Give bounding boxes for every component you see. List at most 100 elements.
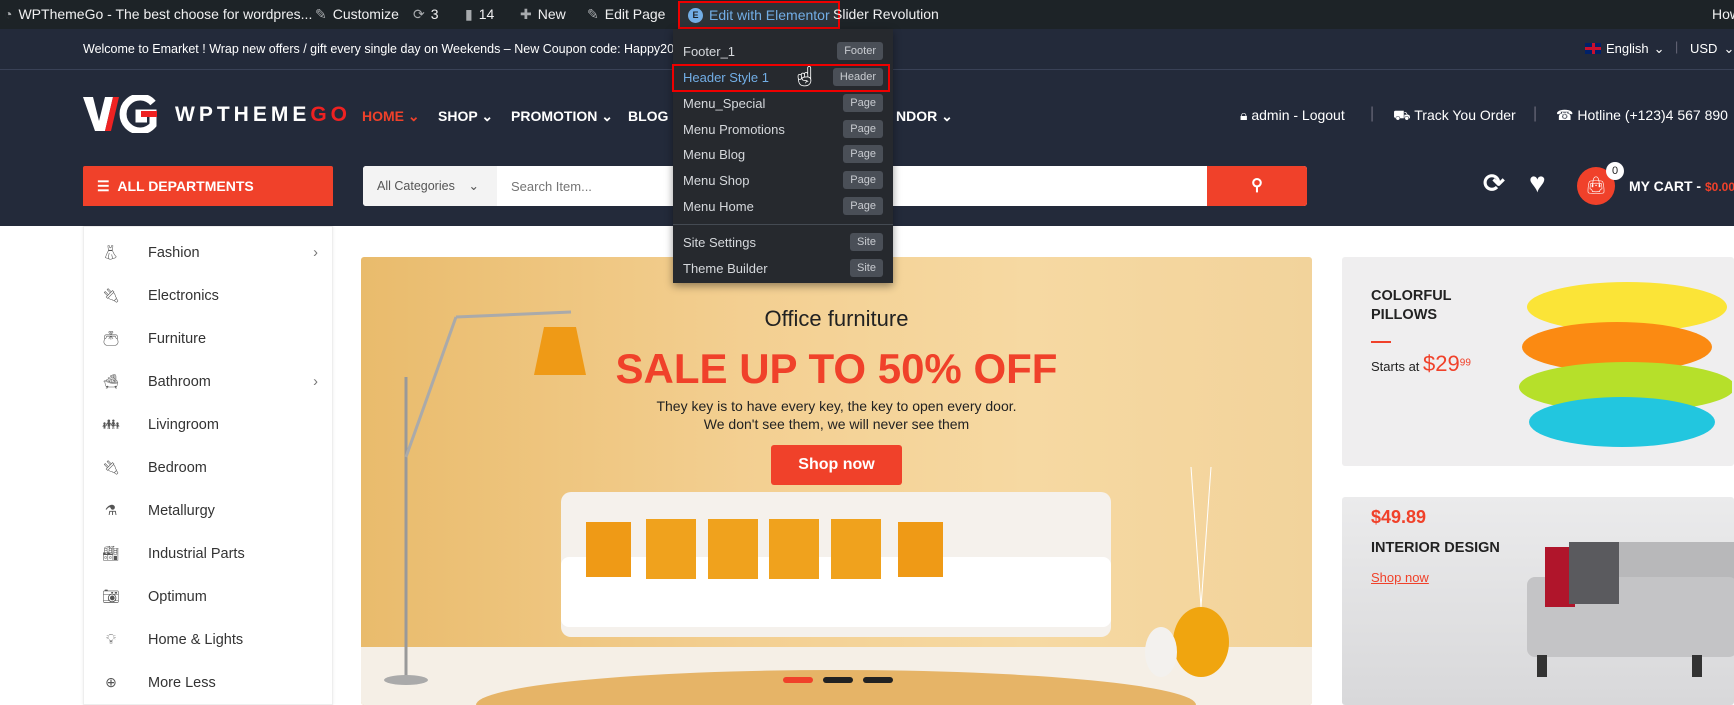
track-order-link[interactable]: ⛟ Track You Order	[1393, 107, 1516, 126]
customize-label: Customize	[332, 6, 399, 22]
department-item[interactable]: 📷︎ Optimum	[84, 575, 332, 618]
department-item[interactable]: ⚗︎ Metallurgy	[84, 489, 332, 532]
phone-icon: ☎	[1556, 107, 1574, 123]
updates-count: 3	[430, 6, 439, 22]
search-button[interactable]: ⚲	[1207, 166, 1307, 206]
logo-text-red: GO	[310, 103, 351, 126]
howdy-account[interactable]: How	[1712, 0, 1734, 29]
department-item[interactable]: 👪︎ Livingroom	[84, 403, 332, 446]
department-icon: 🛁︎	[102, 373, 120, 389]
template-item[interactable]: Header Style 1 Header	[673, 65, 893, 89]
wishlist-heart-icon[interactable]: ♥	[1529, 167, 1546, 199]
card2-shop-now-link[interactable]: Shop now	[1371, 570, 1429, 585]
template-label: Menu Home	[683, 198, 754, 214]
department-item[interactable]: 🛁︎ Bathroom ›	[84, 360, 332, 403]
nav-vendor[interactable]: NDOR ⌄	[896, 108, 953, 125]
shop-now-button[interactable]: Shop now	[771, 445, 902, 485]
my-cart-link[interactable]: MY CART - $0.00	[1629, 178, 1734, 194]
brush-icon: ✎	[315, 6, 327, 22]
cart-total: $0.00	[1704, 180, 1734, 194]
department-label: Metallurgy	[148, 502, 215, 519]
site-item-label: Site Settings	[683, 234, 756, 250]
slide-dot-3[interactable]	[863, 677, 893, 683]
plus-icon: ✚	[520, 6, 532, 22]
card1-title: COLORFUL PILLOWS	[1371, 287, 1452, 325]
promo-card-interior[interactable]: $49.89 INTERIOR DESIGN Shop now	[1342, 497, 1734, 705]
compare-icon[interactable]: ⟳	[1483, 168, 1505, 199]
site-logo[interactable]	[83, 93, 163, 135]
template-type-badge: Page	[843, 145, 883, 163]
category-select[interactable]: All Categories ⌄	[363, 166, 497, 206]
template-label: Menu Promotions	[683, 121, 785, 137]
template-label: Menu Shop	[683, 172, 750, 188]
template-item[interactable]: Menu Home Page	[673, 194, 893, 218]
promo-card-pillows[interactable]: COLORFUL PILLOWS Starts at $2999	[1342, 257, 1734, 466]
department-item[interactable]: 🔌︎ Electronics	[84, 274, 332, 317]
nav-promotion[interactable]: PROMOTION ⌄	[511, 108, 613, 125]
site-name-link[interactable]: ◔ WPThemeGo - The best choose for wordpre…	[4, 0, 312, 29]
template-item[interactable]: Menu Promotions Page	[673, 117, 893, 141]
howdy-label: How	[1712, 6, 1734, 22]
all-departments-button[interactable]: ☰ ALL DEPARTMENTS	[83, 166, 333, 206]
nav-shop[interactable]: SHOP ⌄	[438, 108, 493, 125]
template-type-badge: Page	[843, 171, 883, 189]
pillows-image	[1519, 282, 1732, 447]
accent-divider	[1371, 341, 1391, 343]
language-select[interactable]: English ⌄	[1585, 41, 1665, 57]
cart-label: MY CART -	[1629, 178, 1705, 194]
track-label: Track You Order	[1414, 107, 1516, 123]
banner-title: SALE UP TO 50% OFF	[615, 345, 1058, 392]
site-item-label: Theme Builder	[683, 260, 768, 276]
category-label: All Categories	[377, 179, 455, 193]
department-item[interactable]: 💡︎ Home & Lights	[84, 618, 332, 661]
pencil-icon: ✎	[587, 6, 599, 22]
template-item[interactable]: Menu Shop Page	[673, 168, 893, 192]
department-item[interactable]: 🏭︎ Industrial Parts	[84, 532, 332, 575]
slider-pagination	[783, 677, 893, 683]
department-label: Bathroom	[148, 373, 211, 390]
department-icon: ⚗︎	[104, 502, 118, 518]
divider: |	[1533, 105, 1538, 122]
site-item[interactable]: Theme Builder Site	[673, 256, 893, 280]
department-item[interactable]: 👛︎ Furniture	[84, 317, 332, 360]
welcome-text: Welcome to Emarket ! Wrap new offers / g…	[83, 42, 688, 56]
department-icon: 🏭︎	[102, 545, 120, 561]
lock-icon: 🔒︎	[1240, 107, 1248, 123]
template-item[interactable]: Menu Blog Page	[673, 142, 893, 166]
department-label: Home & Lights	[148, 631, 244, 648]
chevron-right-icon: ›	[313, 244, 318, 261]
banner-line-1: They key is to have every key, the key t…	[656, 398, 1017, 414]
slide-dot-1[interactable]	[783, 677, 813, 683]
department-icon: 👗︎	[102, 244, 120, 260]
nav-blog-label: BLOG	[628, 108, 669, 124]
edit-with-elementor-button[interactable]: E Edit with Elementor	[678, 1, 840, 29]
all-departments-label: ALL DEPARTMENTS	[117, 178, 254, 194]
comments-link[interactable]: ▮ 14	[465, 0, 494, 29]
account-link[interactable]: 🔒︎ admin - Logout	[1240, 107, 1345, 124]
department-icon: 👛︎	[102, 330, 120, 346]
department-label: Industrial Parts	[148, 545, 245, 562]
department-item[interactable]: 🔌︎ Bedroom	[84, 446, 332, 489]
slide-dot-2[interactable]	[823, 677, 853, 683]
edit-page-link[interactable]: ✎ Edit Page	[587, 0, 665, 29]
site-item[interactable]: Site Settings Site	[673, 230, 893, 254]
truck-icon: ⛟	[1393, 107, 1411, 123]
slider-revolution-link[interactable]: Slider Revolution	[833, 0, 939, 29]
account-label: admin - Logout	[1251, 107, 1345, 123]
department-icon: 🔌︎	[102, 459, 120, 475]
template-type-badge: Page	[843, 94, 883, 112]
template-item[interactable]: Footer_1 Footer	[673, 39, 893, 63]
updates-link[interactable]: ⟳ 3	[413, 0, 439, 29]
new-link[interactable]: ✚ New	[520, 0, 566, 29]
currency-select[interactable]: USD ⌄	[1690, 41, 1734, 57]
edit-elementor-label: Edit with Elementor	[709, 6, 830, 23]
hotline: ☎ Hotline (+123)4 567 890	[1556, 107, 1728, 124]
chevron-down-icon: ⌄	[1653, 41, 1665, 56]
template-item[interactable]: Menu_Special Page	[673, 91, 893, 115]
cart-count-badge: 0	[1606, 162, 1624, 180]
nav-shop-label: SHOP	[438, 108, 478, 124]
department-item[interactable]: ⊕ More Less	[84, 661, 332, 704]
department-item[interactable]: 👗︎ Fashion ›	[84, 231, 332, 274]
customize-link[interactable]: ✎ Customize	[315, 0, 399, 29]
nav-home[interactable]: HOME ⌄	[362, 108, 420, 125]
